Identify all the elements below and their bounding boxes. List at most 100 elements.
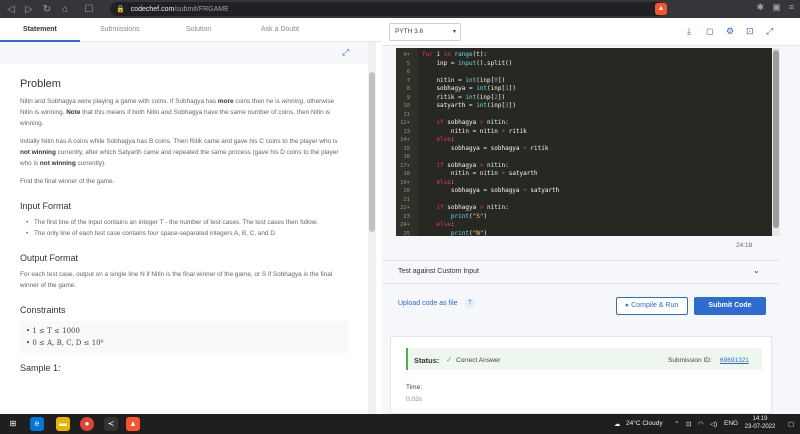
code-line[interactable]: print("N") (422, 230, 487, 237)
code-line[interactable]: inp = input().split() (422, 60, 512, 69)
scrollbar-thumb[interactable] (773, 50, 779, 228)
problem-scrollbar[interactable] (368, 42, 376, 414)
constraints-box: • 1 ≤ T ≤ 1000 • 0 ≤ A, B, C, D ≤ 10⁶ (20, 321, 348, 353)
upload-icon[interactable]: ⇡ (465, 298, 475, 308)
code-line[interactable]: sobhagya = sobhagya + satyarth (422, 187, 559, 196)
cursor-position: 24:18 (736, 242, 753, 249)
url-domain: codechef.com (130, 5, 175, 13)
problem-paragraph-3: Find the final winner of the game. (20, 178, 115, 185)
code-editor[interactable]: 4▾ for i in range(t): 5 inp = input().spli… (396, 48, 772, 236)
time-value: 0.03s (406, 396, 422, 403)
forward-icon[interactable]: ▷ (22, 2, 36, 16)
upload-code-link[interactable]: Upload code as file (398, 300, 458, 307)
line-number: 22▾ (400, 205, 410, 211)
home-icon[interactable]: ⌂ (58, 2, 72, 16)
compile-run-button[interactable]: ▸ Compile & Run (616, 297, 688, 315)
tab-submissions[interactable]: Submissions (100, 26, 140, 33)
line-number: 7 (406, 77, 410, 84)
clock[interactable]: 14:19 23-07-2022 (742, 415, 778, 431)
language-indicator[interactable]: ENG (724, 420, 738, 427)
problem-title: Problem (20, 78, 61, 90)
code-line[interactable]: sobhagya = sobhagya + ritik (422, 145, 549, 154)
problem-tabs: Statement Submissions Solution Ask a Dou… (0, 18, 382, 42)
code-line[interactable]: nitin = nitin + ritik (422, 128, 527, 137)
problem-statement: Problem Nitin and Sobhagya were playing … (20, 78, 348, 373)
editor-scrollbar[interactable] (772, 48, 780, 236)
problem-paragraph-1: Nitin and Sobhagya were playing a game w… (20, 98, 335, 127)
wifi-icon[interactable]: ◠ (698, 420, 704, 428)
wallet-icon[interactable]: ▣ (772, 2, 781, 13)
chrome-icon[interactable]: ● (80, 417, 94, 431)
chevron-up-icon[interactable]: ⌃ (674, 420, 679, 428)
submission-id-link[interactable]: 69691321 (720, 357, 749, 364)
tab-solution[interactable]: Solution (186, 26, 211, 33)
scrollbar-thumb[interactable] (369, 72, 375, 232)
line-number: 10 (403, 103, 410, 109)
tab-ask-doubt[interactable]: Ask a Doubt (261, 26, 299, 33)
weather-icon[interactable]: ☁ (614, 420, 621, 428)
code-line[interactable]: satyarth = int(inp[3]) (422, 102, 516, 111)
reload-icon[interactable]: ↻ (40, 2, 54, 16)
line-number: 16 (403, 154, 410, 160)
status-value: Correct Answer (456, 357, 501, 364)
submit-code-button[interactable]: Submit Code (694, 297, 766, 315)
vscode-icon[interactable]: ≺ (104, 417, 118, 431)
code-line[interactable]: if sobhagya > nitin: (422, 119, 508, 128)
brave-shield-icon[interactable]: ▲ (655, 3, 667, 15)
code-line[interactable]: if sobhagya > nitin: (422, 162, 508, 171)
bookmark-icon[interactable]: ☐ (82, 2, 96, 16)
extensions-icon[interactable]: ✱ (757, 2, 765, 13)
line-number: 24▾ (400, 222, 410, 228)
settings-icon[interactable]: ⚙ (726, 26, 734, 37)
address-bar[interactable]: 🔒 codechef.com/submit/FRGAME (110, 2, 665, 16)
code-line[interactable]: else: (422, 136, 454, 145)
volume-icon[interactable]: ◁) (710, 420, 717, 428)
network-icon[interactable]: ⊡ (686, 420, 691, 428)
edge-icon[interactable]: e (30, 417, 44, 431)
file-explorer-icon[interactable]: ▬ (56, 417, 70, 431)
line-number: 23 (403, 213, 410, 220)
run-history-icon[interactable]: ⊡ (746, 26, 754, 37)
code-line[interactable]: sobhagya = int(inp[1]) (422, 85, 516, 94)
taskbar (0, 414, 800, 434)
code-line[interactable]: nitin = int(inp[0]) (422, 77, 505, 86)
constraints-heading: Constraints (20, 305, 66, 315)
line-number: 25 (403, 230, 410, 237)
download-icon[interactable]: ⤓ (687, 26, 691, 37)
back-icon[interactable]: ◁ (4, 2, 18, 16)
line-number: 20 (403, 188, 410, 194)
output-format-heading: Output Format (20, 253, 79, 263)
notification-icon[interactable]: ▢ (788, 420, 794, 428)
code-line[interactable]: else: (422, 221, 454, 230)
line-number: 18 (403, 171, 410, 177)
windows-start-icon[interactable]: ⊞ (6, 417, 20, 431)
language-select[interactable]: PYTH 3.6 ▾ (389, 23, 461, 41)
brave-icon[interactable]: ▲ (126, 417, 140, 431)
line-number: 5 (406, 60, 410, 67)
code-line[interactable]: ritik = int(inp[2]) (422, 94, 505, 103)
code-line[interactable]: print("S") (422, 213, 487, 222)
browser-right-icons: ✱ ▣ ≡ (757, 2, 794, 13)
code-line[interactable]: for i in range(t): (422, 51, 487, 60)
constraint-item: • 1 ≤ T ≤ 1000 (26, 327, 80, 335)
list-item: The first line of the input contains an … (26, 217, 348, 228)
chevron-down-icon[interactable]: ⌄ (753, 266, 760, 275)
code-line[interactable]: nitin = nitin + satyarth (422, 170, 538, 179)
menu-icon[interactable]: ≡ (789, 2, 794, 13)
chat-icon[interactable]: ◻ (706, 26, 713, 37)
problem-pane-header (0, 42, 368, 64)
list-item: The only line of each test case contains… (26, 228, 348, 239)
line-number: 14▾ (400, 137, 410, 143)
tab-statement[interactable]: Statement (23, 26, 57, 33)
expand-icon[interactable]: ⤢ (342, 47, 349, 58)
submission-id-label: Submission ID: (668, 357, 712, 364)
output-format-text: For each test case, output on a single l… (20, 271, 333, 289)
line-number: 13 (403, 128, 410, 135)
code-line[interactable]: else: (422, 179, 454, 188)
problem-paragraph-2: Initially Nitin has A coins while Sobhag… (20, 138, 339, 167)
weather-text[interactable]: 24°C Cloudy (626, 420, 663, 427)
line-number: 17▾ (400, 162, 410, 169)
code-line[interactable]: if sobhagya > nitin: (422, 204, 508, 213)
custom-input-label[interactable]: Test against Custom Input (398, 268, 479, 275)
fullscreen-icon[interactable]: ⤢ (766, 26, 773, 37)
